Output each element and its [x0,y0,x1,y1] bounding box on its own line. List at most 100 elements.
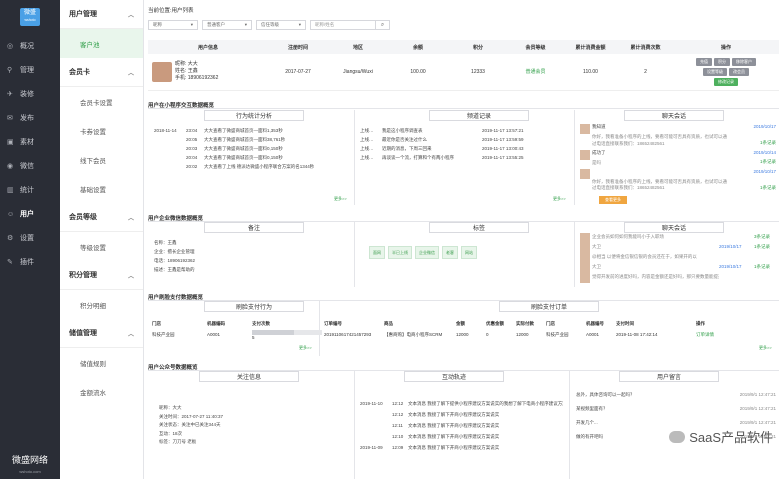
sub-item-basic-settings[interactable]: 基础设置 [60,174,143,203]
message-date: 2019/9/1 12:47:21 [739,406,776,411]
chat-text: 大卫 [592,264,601,269]
sub-group-card[interactable]: 会员卡 ︿ [60,58,143,87]
sub-group-level[interactable]: 会员等级 ︿ [60,203,143,232]
sub-group-user[interactable]: 用户管理 ︿ [60,0,143,29]
nav-label: 发布 [20,115,34,122]
brand-name: 微盛网络 [11,455,48,465]
tag-chip[interactable]: 面网 [369,246,385,259]
chat-count[interactable]: 1条记录 [754,243,776,253]
chat-count[interactable]: 1条记录 [754,263,776,273]
follow-line: 互动：18次 [159,430,183,436]
track-row: 12:10 文本消息 我接了解下开商小程序建议方案说实 [360,431,565,442]
track-row: 2019-11-10 12:12 文本消息 我接了解下提供小程序建议方案说实的我想了… [360,398,565,409]
remove-customer-button[interactable]: 移除客户 [732,57,756,66]
filter-bar: 昵称 ▾ 普通客户 ▾ 信任等级 ▾ 昵称/姓名 ⌕ [148,20,390,32]
col-header: 会员等级 [508,40,563,54]
col-header: 操作 [673,40,779,54]
col-header: 用户信息 [148,40,268,54]
set-level-button[interactable]: 设置等级 [703,67,727,76]
search-input[interactable]: 昵称/姓名 ⌕ [310,20,390,30]
breadcrumb: 当前位置:用户列表 [148,8,194,14]
sub-item-card-settings[interactable]: 会员卡设置 [60,87,143,116]
view-more-button[interactable]: 查看更多 [599,196,627,204]
chat-count[interactable] [754,273,776,283]
channel-cell: 2019-11-17 13:57:21 [482,128,524,133]
order-detail-link[interactable]: 订单详情 [696,329,731,340]
chat-log-2: 企业会员如何如何我能吗小于入职场 3条记录 大卫 2019/10/17 1条记录 @相当 … [580,233,776,283]
nickname-select[interactable]: 昵称 ▾ [148,20,198,30]
avatar [580,124,590,134]
nav-icon: ⚙ [7,235,14,242]
sub-item-offline-member[interactable]: 线下会员 [60,145,143,174]
avatar [580,263,590,273]
nav-item[interactable]: ◎ 概况 [0,34,60,58]
sub-group-stored-value[interactable]: 储值管理 ︿ [60,319,143,348]
more-link[interactable]: 更多>> [553,196,566,202]
nav-item[interactable]: ✉ 发布 [0,106,60,130]
nav-label: 设置 [20,235,34,242]
nav-item[interactable]: ▥ 统计 [0,178,60,202]
nav-item[interactable]: ✎ 插件 [0,250,60,274]
panel-messages: 用户留言 [619,371,719,382]
customer-type-select[interactable]: 普通客户 ▾ [202,20,252,30]
chat-row: 成功了 2019/10/14 是吗 1条记录 [580,149,776,166]
nav-item[interactable]: ☺ 用户 [0,202,60,226]
pay-count-bar [252,329,322,335]
sub-item-level-settings[interactable]: 等级设置 [60,232,143,261]
sub-item-amount-flow[interactable]: 金额流水 [60,377,143,406]
panel-follow-info: 关注信息 [199,371,299,382]
panel-interaction: 互动轨迹 [404,371,504,382]
more-link[interactable]: 更多>> [334,196,347,202]
chat-date [719,253,754,263]
channel-row: 上线… 再谈谈一个流，打算和个有两小程序 2019-11-17 13:55:25 [360,153,570,162]
chat-head: 我知道 2019/10/17 [580,124,776,134]
sub-item-points-detail[interactable]: 积分明细 [60,290,143,319]
follow-line: 关注时间：2017-07-27 11:40:37 [159,413,223,419]
sub-group-points[interactable]: 积分管理 ︿ [60,261,143,290]
sub-nav: 用户管理 ︿ 客户池 会员卡 ︿ 会员卡设置 卡券设置 线下会员 基础设置 会员等级… [60,0,144,479]
chat-count[interactable] [754,253,776,263]
sub-item-stored-rules[interactable]: 储值规则 [60,348,143,377]
table-header: 门店 机器编码 支付次数 [152,320,270,326]
left-nav: 微盛 wshoto ◎ 概况 ⚲ 管理 ✈ 装修 ✉ 发布 ▣ 素材 ◉ 微信 ▥ 统计 ☺ 用户 ⚙ 设置 ✎ 插件 … [0,0,60,479]
more-link[interactable]: 更多>> [759,345,772,351]
chevron-up-icon: ︿ [127,12,134,19]
sub-item-customer-pool[interactable]: 客户池 [60,29,143,58]
search-icon[interactable]: ⌕ [375,21,389,29]
tag-chip[interactable]: 企业微信 [415,246,439,259]
follow-info: 昵称：大大 关注时间：2017-07-27 11:40:37 关注状态：关注中已关注… [159,404,223,447]
points-button[interactable]: 积分 [714,57,730,66]
avatar [580,149,590,160]
col-header: 累计消费金额 [563,40,618,54]
change-member-button[interactable]: 改会员 [729,67,749,76]
channel-cell: 2019-11-17 13:00:43 [482,146,524,151]
recharge-button[interactable]: 充值 [696,57,712,66]
nav-icon: ◉ [7,163,14,170]
log-cell: 大大查看了微盛商城首页—面料38,761秒 [204,137,286,142]
nav-item[interactable]: ◉ 微信 [0,154,60,178]
log-cell: 20:02 [186,164,198,169]
track-cell: 文本消息 我接了解下提供小程序建议方案说实的我想了解下电商小程序建议方案说的同学 [408,401,563,406]
edit-record-button[interactable]: 修改记录 [714,77,738,86]
channel-cell: 近期的消息，下周三回来 [382,146,432,151]
chat-count[interactable]: 1条记录 [580,159,776,166]
message-text: 总外，具体咨询可以一起吗？ [576,392,635,397]
more-link[interactable]: 更多>> [299,345,312,351]
channel-cell: 2019-11-17 13:59:59 [482,137,524,142]
trust-level-select[interactable]: 信任等级 ▾ [256,20,306,30]
nav-item[interactable]: ⚲ 管理 [0,58,60,82]
table-row[interactable]: 昵称: 大大 姓名: 王鑫 手机: 18906192362 2017-07-27 J… [148,54,779,91]
cell-amount: 110.00 [563,54,618,91]
tag-chip[interactable]: 老客 [442,246,458,259]
sub-item-coupon-settings[interactable]: 卡券设置 [60,116,143,145]
tag-chip[interactable]: 半已上线 [388,246,412,259]
avatar [580,253,590,263]
chat-count[interactable]: 3条记录 [754,233,776,243]
log-cell [154,135,186,144]
nav-item[interactable]: ✈ 装修 [0,82,60,106]
nav-label: 管理 [20,67,34,74]
tag-chip[interactable]: 网站 [461,246,477,259]
nav-item[interactable]: ▣ 素材 [0,130,60,154]
track-cell: 文本消息 我接了解下开商小程序建议方案说实 [408,434,500,439]
nav-item[interactable]: ⚙ 设置 [0,226,60,250]
